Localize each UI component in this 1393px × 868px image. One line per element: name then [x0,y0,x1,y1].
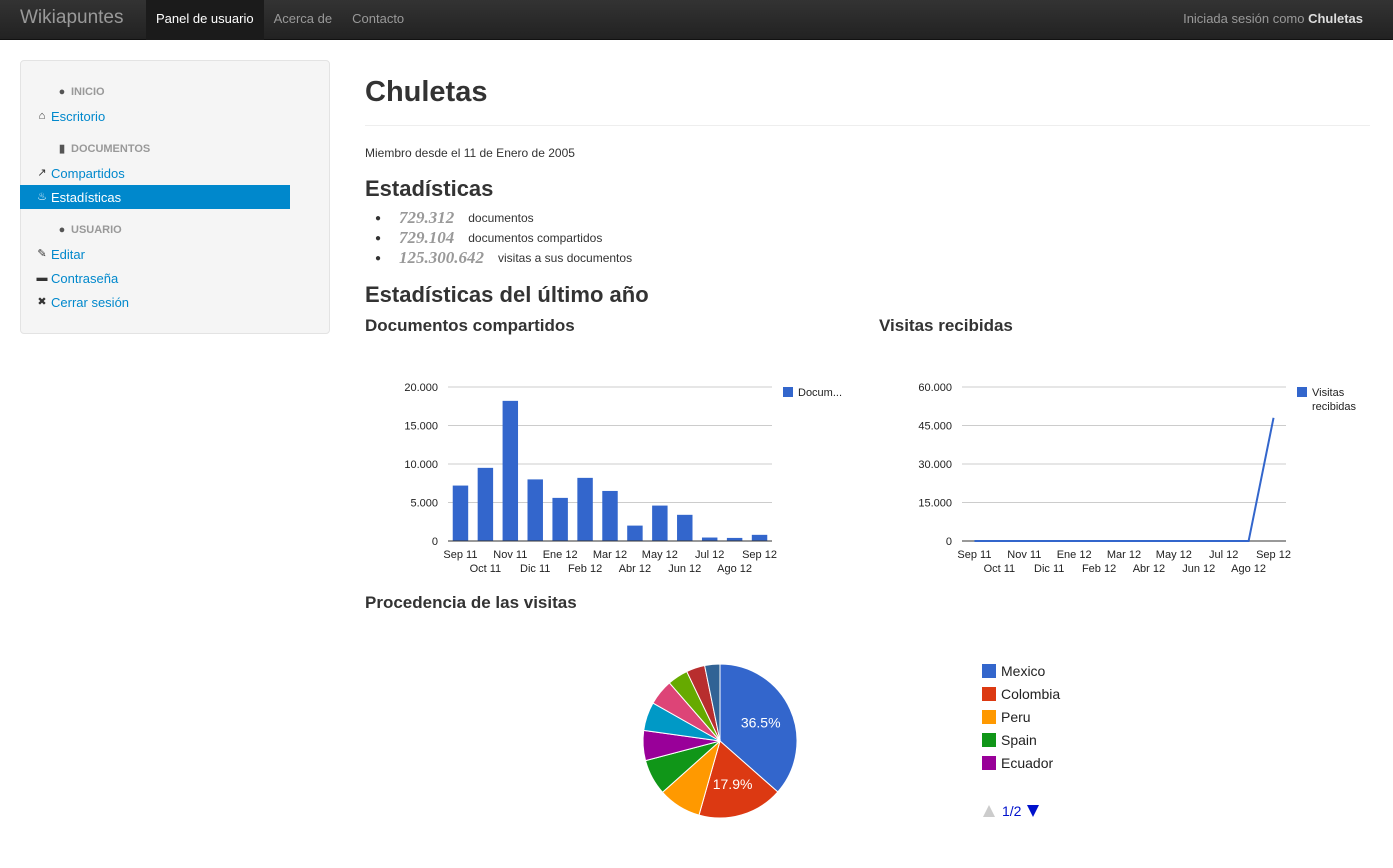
legend-swatch [982,756,996,770]
docs-y-tick-label: 0 [432,536,438,548]
legend-label: Spain [1001,732,1037,748]
visits-x-tick-label: Sep 11 [957,549,991,561]
visits-x-tick-label: Ago 12 [1231,563,1266,575]
docs-x-tick-label: Mar 12 [593,549,627,561]
docs-x-tick-label: Feb 12 [568,563,602,575]
page-down-icon[interactable] [1026,804,1040,818]
visits-y-tick-label: 0 [946,536,952,548]
docs-bar [452,485,469,541]
docs-bar [502,400,519,541]
visits-x-tick-label: Sep 12 [1256,549,1291,561]
docs-bar-chart: 0 5.000 10.000 15.000 20.000 Sep 11 Oct 11 Nov … [404,382,1357,819]
docs-x-tick-label: Dic 11 [520,563,550,575]
docs-x-tick-label: Jun 12 [668,563,701,575]
visits-x-tick-label: Jun 12 [1182,563,1215,575]
docs-bar [577,477,593,541]
docs-x-tick-label: May 12 [642,549,678,561]
docs-legend-label: Docum... [798,387,842,399]
legend-item: Spain [982,732,1037,748]
legend-item: Colombia [982,686,1060,702]
visits-legend-label: recibidas [1312,401,1357,413]
visits-line [974,417,1275,542]
docs-bar [677,514,693,541]
visits-x-tick-label: Oct 11 [984,563,1016,575]
visits-x-tick-label: Ene 12 [1057,549,1092,561]
visits-x-tick-label: Abr 12 [1133,563,1165,575]
visits-legend-swatch [1297,387,1307,397]
visits-y-tick-label: 30.000 [918,459,952,471]
legend-pager: 1/2 [982,803,1040,819]
visits-x-tick-label: May 12 [1156,549,1192,561]
legend-label: Colombia [1001,686,1061,702]
docs-bar [602,490,618,541]
visits-x-tick-label: Feb 12 [1082,563,1116,575]
docs-y-tick-label: 10.000 [404,459,438,471]
page-up-icon[interactable] [982,804,996,818]
docs-y-tick-label: 20.000 [404,382,438,394]
docs-bar [552,497,568,541]
legend-item: Mexico [982,663,1045,679]
docs-bar [527,479,543,541]
docs-x-tick-label: Jul 12 [695,549,724,561]
visits-y-tick-label: 60.000 [918,382,952,394]
docs-bar [701,537,718,541]
docs-bar [751,534,768,541]
visits-y-tick-label: 45.000 [918,421,952,433]
docs-legend-swatch [783,387,793,397]
docs-y-tick-label: 15.000 [404,421,438,433]
pie-slice-label: 17.9% [713,776,753,792]
visits-legend-label: Visitas [1312,387,1345,399]
visits-x-tick-label: Nov 11 [1007,549,1041,561]
docs-x-tick-label: Nov 11 [493,549,527,561]
pager-label: 1/2 [1002,803,1022,819]
visits-x-tick-label: Jul 12 [1209,549,1238,561]
visits-y-tick-label: 15.000 [918,498,952,510]
docs-x-tick-label: Abr 12 [619,563,651,575]
docs-bar [477,467,494,541]
docs-x-tick-label: Ene 12 [543,549,578,561]
legend-label: Mexico [1001,663,1046,679]
docs-x-tick-label: Sep 11 [443,549,477,561]
legend-label: Ecuador [1001,755,1054,771]
legend-swatch [982,687,996,701]
visits-x-tick-label: Mar 12 [1107,549,1141,561]
legend-label: Peru [1001,709,1031,725]
docs-x-tick-label: Oct 11 [470,563,502,575]
docs-x-tick-label: Ago 12 [717,563,752,575]
pie-slice-label: 36.5% [741,715,781,731]
docs-bar [652,505,668,541]
legend-item: Peru [982,709,1031,725]
legend-swatch [982,733,996,747]
docs-x-tick-label: Sep 12 [742,549,777,561]
visits-x-tick-label: Dic 11 [1034,563,1064,575]
legend-item: Ecuador [982,755,1053,771]
legend-swatch [982,710,996,724]
docs-y-tick-label: 5.000 [410,498,438,510]
docs-bar [627,525,643,541]
legend-swatch [982,664,996,678]
